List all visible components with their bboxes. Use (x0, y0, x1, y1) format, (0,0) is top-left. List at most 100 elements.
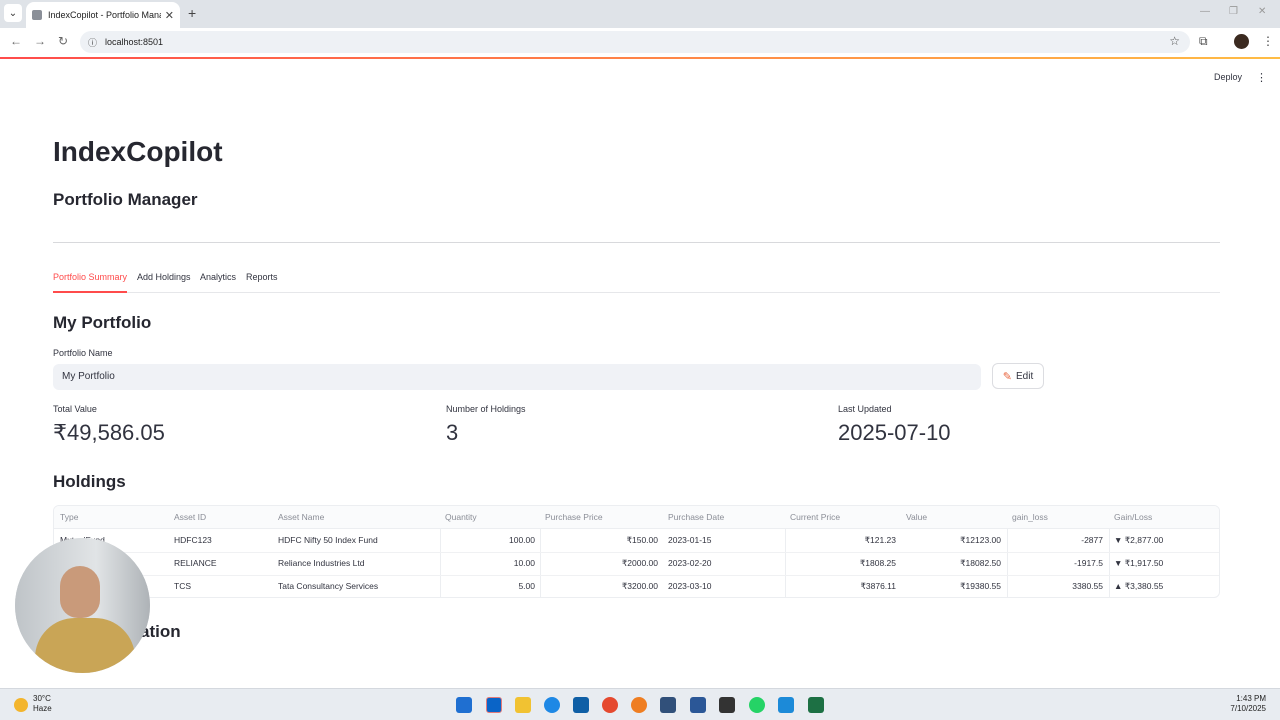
deploy-button[interactable]: Deploy (1214, 72, 1242, 82)
holdings-table[interactable]: Type Asset ID Asset Name Quantity Purcha… (53, 505, 1220, 598)
url-input[interactable]: ⓘ localhost:8501 ☆ (80, 31, 1190, 53)
cell-purchase-price[interactable]: ₹150.00 (540, 529, 658, 552)
postgres-icon[interactable] (660, 697, 676, 713)
new-tab-button[interactable]: + (188, 5, 196, 21)
active-tab-indicator (53, 291, 127, 293)
edit-button[interactable]: ✎ Edit (992, 363, 1044, 389)
column-header[interactable]: gain_loss (1012, 506, 1048, 529)
cell-asset-name[interactable]: Reliance Industries Ltd (278, 552, 364, 575)
site-info-icon[interactable]: ⓘ (88, 36, 97, 49)
cell-value[interactable]: ₹19380.55 (896, 575, 1001, 597)
clock-time: 1:43 PM (1236, 694, 1266, 703)
metric-holdings-count: 3 (446, 420, 459, 445)
profile-avatar[interactable] (1234, 34, 1249, 49)
cell-asset-id[interactable]: HDFC123 (174, 529, 212, 552)
metric-last-updated: 2025-07-10 (838, 420, 951, 445)
column-header[interactable]: Purchase Price (545, 506, 603, 529)
cell-asset-name[interactable]: Tata Consultancy Services (278, 575, 378, 597)
portfolio-name-label: Portfolio Name (53, 348, 113, 358)
close-tab-icon[interactable]: ✕ (165, 9, 174, 22)
tab-portfolio-summary[interactable]: Portfolio Summary (53, 272, 127, 282)
app-header-decoration (0, 57, 1280, 59)
cell-gain-loss-raw[interactable]: -2877 (1007, 529, 1103, 552)
page-subtitle: Portfolio Manager (53, 190, 198, 209)
metric-total-value: ₹49,586.05 (53, 420, 165, 445)
cell-quantity[interactable]: 10.00 (440, 552, 535, 575)
table-header: Type Asset ID Asset Name Quantity Purcha… (54, 506, 1219, 529)
metric-label-last-updated: Last Updated (838, 404, 892, 414)
cell-asset-id[interactable]: RELIANCE (174, 552, 217, 575)
system-clock[interactable]: 1:43 PM 7/10/2025 (1230, 694, 1266, 714)
close-window-icon[interactable]: ✕ (1258, 6, 1266, 17)
cell-current-price[interactable]: ₹3876.11 (785, 575, 896, 597)
reload-icon[interactable]: ↻ (58, 34, 68, 48)
cell-gain-loss[interactable]: ▲ ₹3,380.55 (1114, 575, 1163, 597)
clock-date: 7/10/2025 (1230, 704, 1266, 713)
column-header[interactable]: Type (60, 506, 78, 529)
page-title: IndexCopilot (53, 136, 223, 167)
tab-analytics[interactable]: Analytics (200, 272, 236, 282)
vscode-icon[interactable] (778, 697, 794, 713)
cell-quantity[interactable]: 100.00 (440, 529, 535, 552)
column-header[interactable]: Gain/Loss (1114, 506, 1152, 529)
weather-icon[interactable] (14, 698, 28, 712)
weather-widget[interactable]: 30°C Haze (33, 694, 52, 714)
tab-search-button[interactable]: ⌄ (4, 4, 22, 22)
cell-gain-loss[interactable]: ▼ ₹1,917.50 (1114, 552, 1163, 575)
column-header[interactable]: Asset ID (174, 506, 206, 529)
column-header[interactable]: Asset Name (278, 506, 324, 529)
metric-label-total-value: Total Value (53, 404, 97, 414)
app-menu-icon[interactable]: ⋮ (1256, 71, 1267, 84)
column-header[interactable]: Purchase Date (668, 506, 724, 529)
column-header[interactable]: Quantity (445, 506, 477, 529)
weather-desc: Haze (33, 704, 52, 713)
column-header[interactable]: Current Price (790, 506, 840, 529)
firefox-icon[interactable] (631, 697, 647, 713)
webcam-person-head (60, 566, 100, 618)
outlook-icon[interactable] (486, 697, 502, 713)
word-icon[interactable] (690, 697, 706, 713)
tab-add-holdings[interactable]: Add Holdings (137, 272, 191, 282)
edge-icon[interactable] (544, 697, 560, 713)
cell-purchase-price[interactable]: ₹2000.00 (540, 552, 658, 575)
cell-value[interactable]: ₹12123.00 (896, 529, 1001, 552)
minimize-icon[interactable]: — (1200, 6, 1210, 17)
file-explorer-icon[interactable] (515, 697, 531, 713)
forward-icon[interactable]: → (34, 34, 46, 48)
cell-purchase-date[interactable]: 2023-02-20 (668, 552, 711, 575)
extensions-icon[interactable]: ⧉ (1199, 34, 1208, 49)
tab-favicon-icon (32, 10, 42, 20)
photos-icon[interactable] (573, 697, 589, 713)
pencil-icon: ✎ (1002, 370, 1012, 383)
url-text: localhost:8501 (105, 37, 164, 47)
tab-reports[interactable]: Reports (246, 272, 278, 282)
metric-label-holdings-count: Number of Holdings (446, 404, 526, 414)
column-header[interactable]: Value (906, 506, 927, 529)
browser-tab[interactable]: IndexCopilot - Portfolio Manag ✕ (26, 2, 180, 28)
cell-gain-loss-raw[interactable]: -1917.5 (1007, 552, 1103, 575)
tab-bar: Portfolio Summary Add Holdings Analytics… (53, 272, 1220, 293)
cell-purchase-date[interactable]: 2023-03-10 (668, 575, 711, 597)
browser-menu-icon[interactable]: ⋮ (1262, 34, 1274, 48)
whatsapp-icon[interactable] (749, 697, 765, 713)
cell-current-price[interactable]: ₹1808.25 (785, 552, 896, 575)
cell-asset-id[interactable]: TCS (174, 575, 191, 597)
cell-quantity[interactable]: 5.00 (440, 575, 535, 597)
portfolio-name-input[interactable]: My Portfolio (53, 364, 981, 390)
cell-current-price[interactable]: ₹121.23 (785, 529, 896, 552)
bookmark-star-icon[interactable]: ☆ (1169, 34, 1180, 48)
start-icon[interactable] (456, 697, 472, 713)
cell-purchase-price[interactable]: ₹3200.00 (540, 575, 658, 597)
cell-purchase-date[interactable]: 2023-01-15 (668, 529, 711, 552)
cell-gain-loss[interactable]: ▼ ₹2,877.00 (1114, 529, 1163, 552)
cell-asset-name[interactable]: HDFC Nifty 50 Index Fund (278, 529, 378, 552)
cell-value[interactable]: ₹18082.50 (896, 552, 1001, 575)
excel-icon[interactable] (808, 697, 824, 713)
back-icon[interactable]: ← (10, 34, 22, 48)
webcam-overlay (15, 538, 150, 673)
chrome-icon[interactable] (602, 697, 618, 713)
restore-icon[interactable]: ❐ (1229, 6, 1238, 17)
cell-gain-loss-raw[interactable]: 3380.55 (1007, 575, 1103, 597)
tab-title: IndexCopilot - Portfolio Manag (48, 10, 161, 20)
terminal-icon[interactable] (719, 697, 735, 713)
